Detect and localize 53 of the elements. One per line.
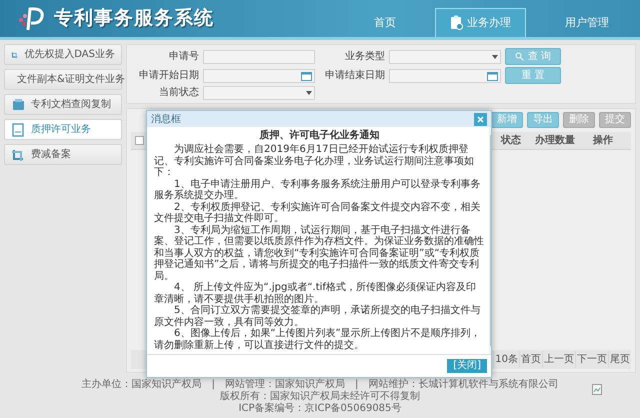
date-field[interactable] <box>203 68 315 82</box>
folder-icon <box>11 98 25 112</box>
clipboard-icon <box>450 15 463 30</box>
pagination-link[interactable]: 首页 <box>519 351 542 368</box>
calendar-icon <box>487 70 498 80</box>
column-header[interactable]: 操作 <box>593 133 631 148</box>
close-button[interactable]: [关闭] <box>447 359 487 373</box>
dropdown-icon <box>306 91 312 95</box>
sidebar-item[interactable]: 优先权提入DAS业务 <box>4 44 122 65</box>
field-label: 业务类型 <box>344 50 385 62</box>
pagination-link[interactable]: 上一页 <box>542 351 575 368</box>
scrollbar[interactable] <box>488 127 491 354</box>
sidebar-item[interactable]: 质押许可业务 <box>4 119 122 140</box>
notice-paragraph: 1、电子申请注册用户、专利事务服务系统注册用户可以登录专利事务服务系统提交办理。 <box>154 178 482 202</box>
notice-heading: 质押、许可电子化业务通知 <box>258 129 380 142</box>
search-icon <box>514 52 524 61</box>
field-label: 当前状态 <box>158 87 199 99</box>
select-field[interactable] <box>389 50 501 64</box>
notice-paragraph: 4、 所上传文件应为“.jpg或者“.tif格式，所传图像必须保证内容及印章清晰，请不要提供手机拍照的图片。 <box>154 282 477 304</box>
date-field[interactable] <box>389 68 501 82</box>
field-label: 申请结束日期 <box>324 70 385 82</box>
logo-icon <box>16 6 46 32</box>
app-title: 专利事务服务系统 <box>54 6 214 32</box>
close-icon <box>477 116 484 122</box>
notice-paragraph: 6、图像上传后，如果“上传图片列表”显示所上传图片不是顺序排列，请勿删除重新上传，可以直接进行文件的提交。 <box>154 328 482 351</box>
pagination-link[interactable]: 下一页 <box>575 351 608 368</box>
sidebar-item[interactable]: 费减备案 <box>4 144 122 165</box>
footer-text: 主办单位：国家知识产权局 | 网站管理：国家知识产权局 | 网站维护：长城计算机软件与系统有限公司 <box>82 379 558 390</box>
notice-paragraph: 2、专利权质押登记、专利实施许可合同备案文件提交内容不变，相关文件提交电子扫描文件即可。 <box>154 202 482 224</box>
calendar-icon <box>301 70 312 80</box>
footer-text: 版权所有：国家知识产权局未经许可不得复制 <box>220 391 420 402</box>
crop-icon <box>11 148 25 162</box>
field-label: 申请开始日期 <box>138 70 199 82</box>
dropdown-icon <box>492 54 498 58</box>
nav-tab[interactable]: 用户管理 <box>550 8 624 37</box>
select-all-checkbox[interactable] <box>135 136 144 145</box>
close-button[interactable] <box>474 112 487 126</box>
column-header[interactable]: 状态 <box>501 133 535 148</box>
sidebar-item[interactable]: 文件副本&证明文件业务 <box>4 69 122 90</box>
select-field[interactable] <box>203 86 315 100</box>
footer-text: ICP备案编号：京ICP备05069085号 <box>238 403 402 415</box>
input-field[interactable] <box>203 50 315 64</box>
notice-paragraph: 5、合同订立双方需要提交签章的声明，承诺所提交的电子扫描文件与原文件内容一致，具有同等效力。 <box>154 305 482 328</box>
field-label: 申请号 <box>168 50 199 62</box>
sidebar-item[interactable]: 专利文档查阅复制 <box>4 94 122 115</box>
page-icon <box>11 122 25 136</box>
broken-image-icon <box>592 384 602 395</box>
dialog-title: 消息框 <box>151 112 181 126</box>
notice-paragraph: 为调应社会需要，自2019年6月17日已经开始试运行专利权质押登记、专利实施许可合同备案业务电子化办理，业务试运行期间注意事项如下： <box>154 144 475 178</box>
page-size-label: 10条 <box>493 351 519 368</box>
pagination-link[interactable]: 尾页 <box>608 351 631 368</box>
column-header[interactable]: 办理数量 <box>535 133 593 148</box>
notice-paragraph: 3、专利局为缩短工作周期，试运行期间，基于电子扫描文件进行备案、登记工作，但需要以纸质原件作为存档文件。为保证业务数据的准确性和当事人双方的权益，请您收到“专利实施许可合同备案证明”或“专利权质押登记通知书”之后，请将与所提交的电子扫描件一致的纸质文件寄交专利局。 <box>154 224 485 282</box>
